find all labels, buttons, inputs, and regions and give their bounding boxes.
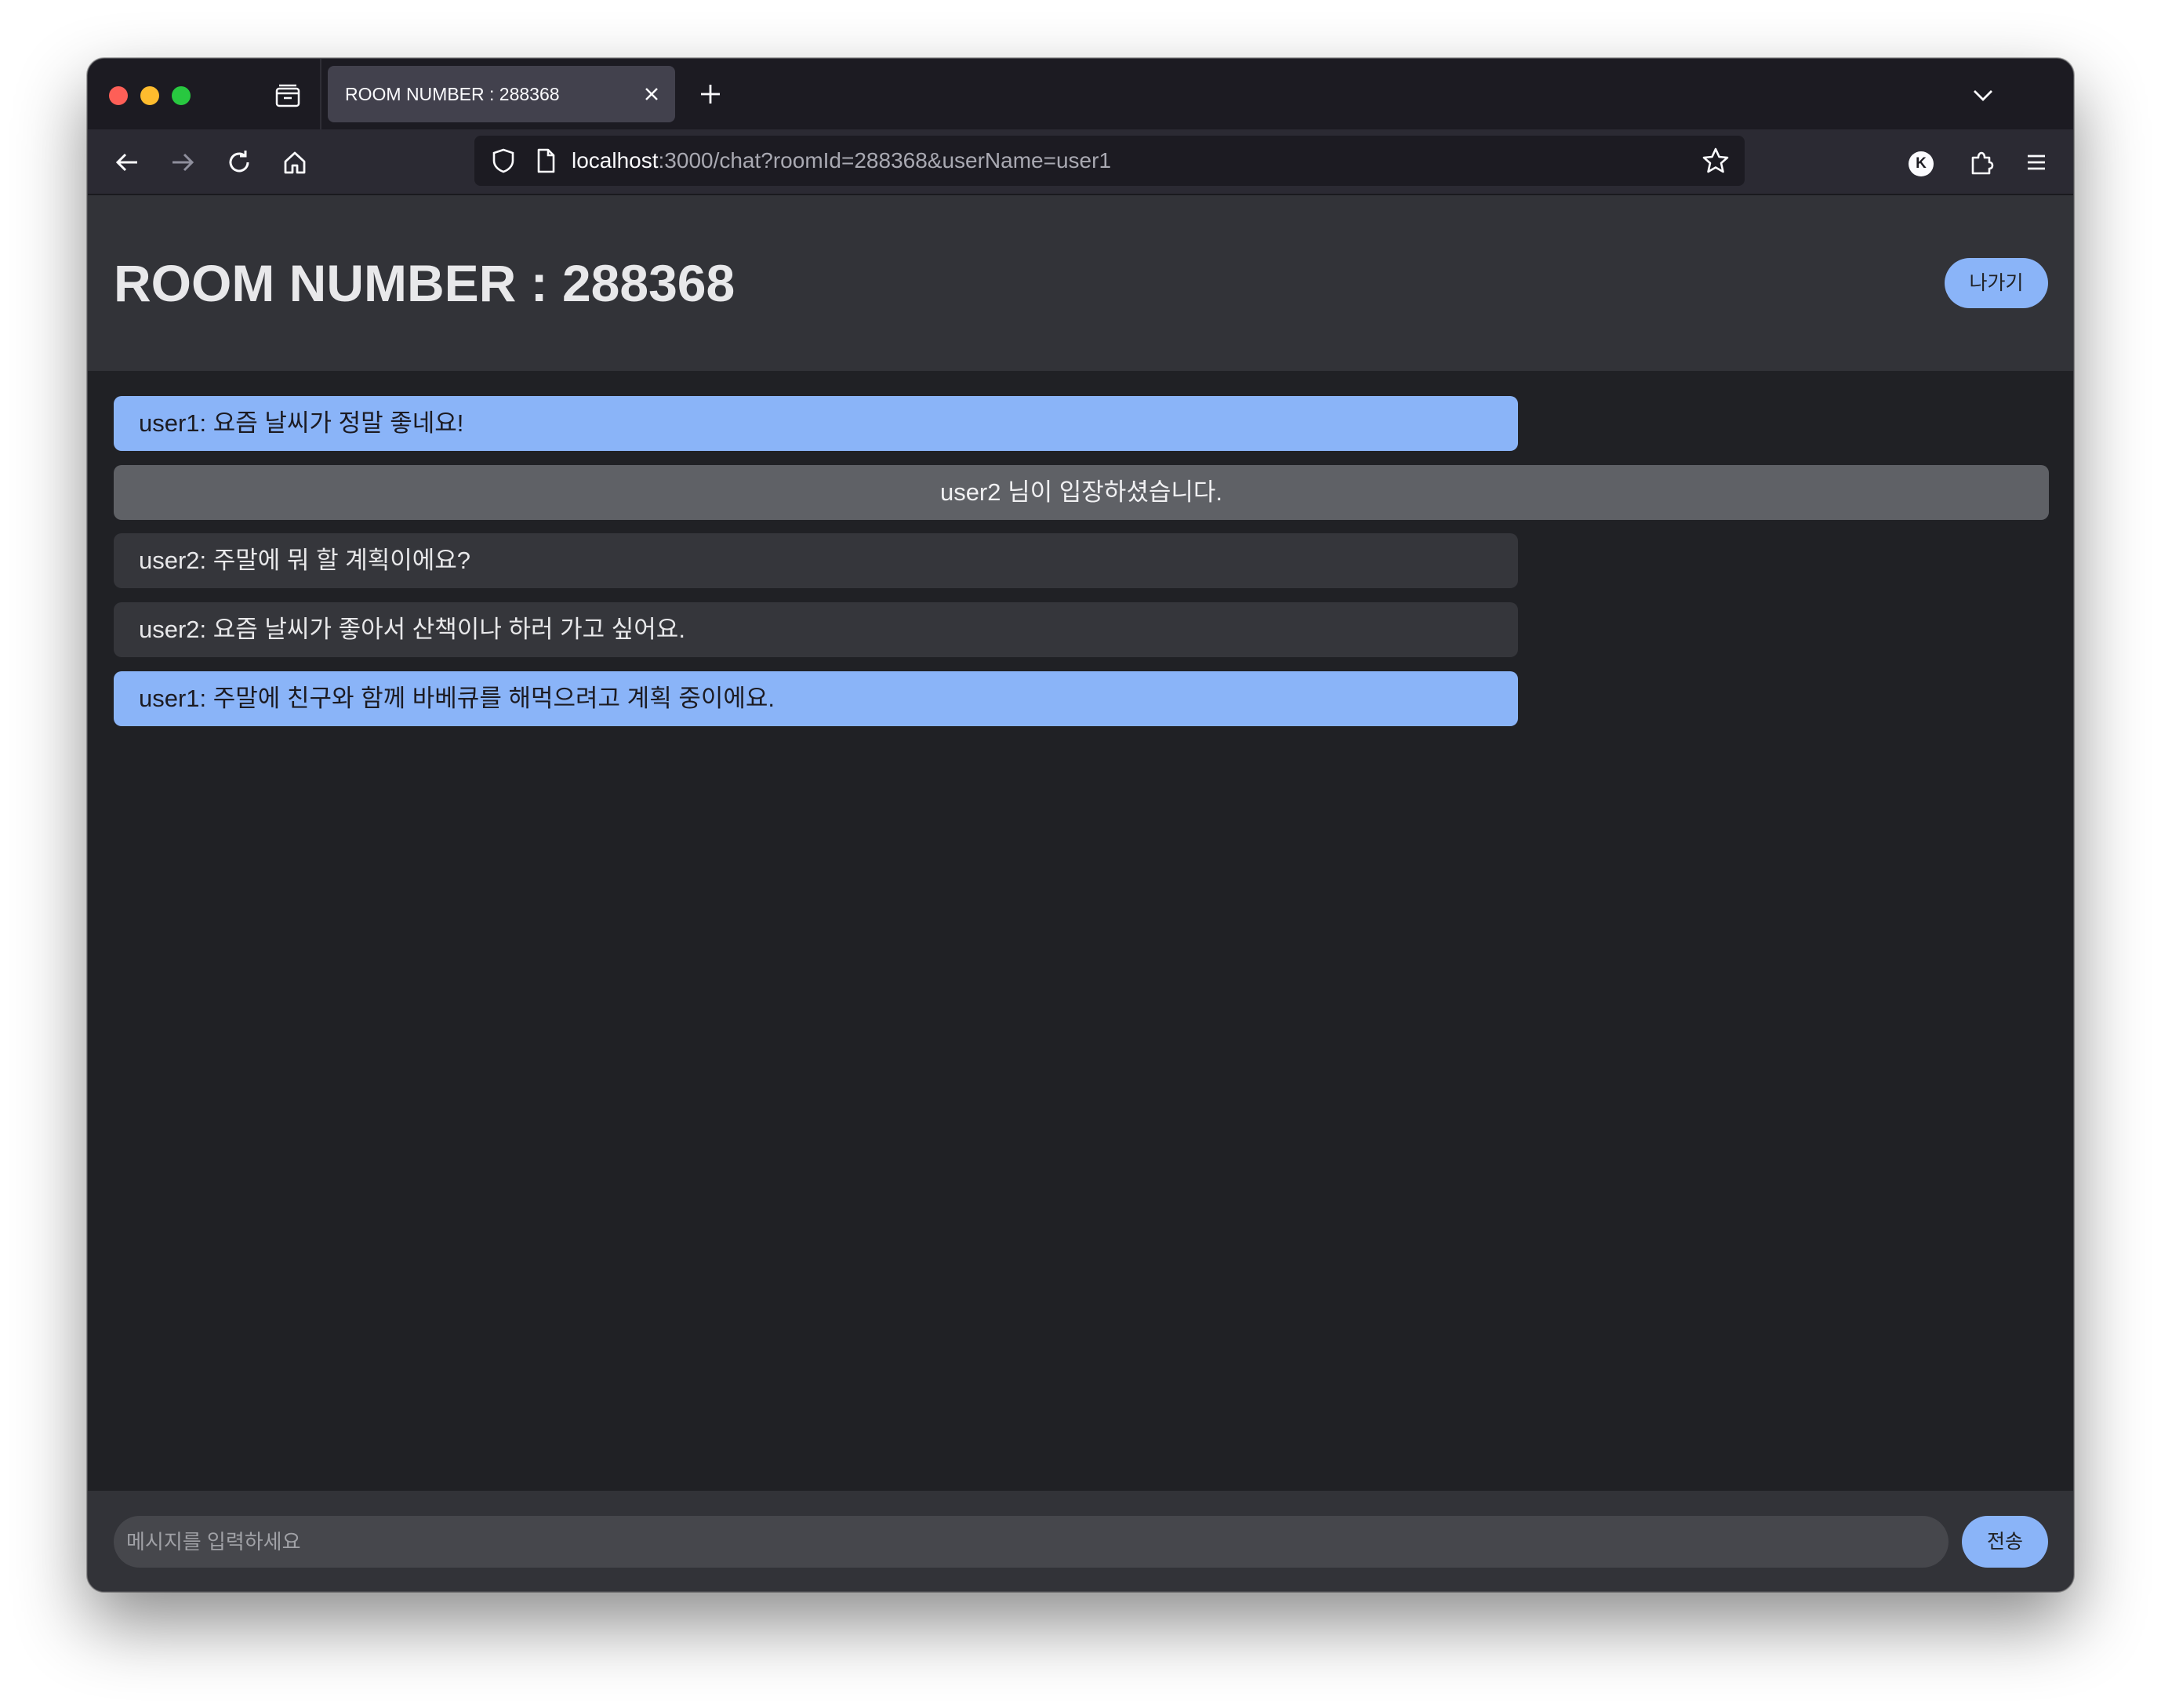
close-icon[interactable] bbox=[641, 83, 663, 105]
close-window-button[interactable] bbox=[109, 86, 128, 105]
extensions-icon[interactable] bbox=[1966, 147, 1997, 178]
tab-active[interactable]: ROOM NUMBER : 288368 bbox=[328, 66, 675, 122]
shield-icon[interactable] bbox=[488, 146, 518, 176]
chat-page: ROOM NUMBER : 288368 나가기 user1: 요즘 날씨가 정… bbox=[88, 195, 2073, 1591]
page-title: ROOM NUMBER : 288368 bbox=[114, 254, 735, 312]
url-text[interactable]: localhost:3000/chat?roomId=288368&userNa… bbox=[572, 136, 1111, 186]
message-item: user2: 요즘 날씨가 좋아서 산책이나 하러 가고 싶어요. bbox=[114, 602, 1518, 657]
tab-title: ROOM NUMBER : 288368 bbox=[345, 84, 560, 104]
navigation-bar: localhost:3000/chat?roomId=288368&userNa… bbox=[88, 129, 2073, 195]
new-tab-plus-icon[interactable] bbox=[696, 80, 725, 108]
tab-divider bbox=[320, 59, 321, 129]
browser-window: ROOM NUMBER : 288368 localhost:3000/chat… bbox=[87, 58, 2074, 1592]
hamburger-menu-icon[interactable] bbox=[2021, 147, 2052, 178]
star-bookmark-icon[interactable] bbox=[1701, 146, 1731, 176]
reload-icon[interactable] bbox=[223, 147, 255, 178]
url-host: localhost bbox=[572, 148, 659, 173]
forward-arrow-icon[interactable] bbox=[167, 147, 198, 178]
message-composer: 전송 bbox=[88, 1491, 2073, 1591]
send-button[interactable]: 전송 bbox=[1962, 1516, 2048, 1568]
message-item: user1: 요즘 날씨가 정말 좋네요! bbox=[114, 396, 1518, 451]
maximize-window-button[interactable] bbox=[172, 86, 191, 105]
message-item: user2: 주말에 뭐 할 계획이에요? bbox=[114, 533, 1518, 588]
message-item: user1: 주말에 친구와 함께 바베큐를 해먹으려고 계획 중이에요. bbox=[114, 671, 1518, 726]
tab-list-icon[interactable] bbox=[272, 80, 303, 111]
chat-header: ROOM NUMBER : 288368 나가기 bbox=[88, 195, 2073, 371]
message-input[interactable] bbox=[114, 1516, 1949, 1568]
page-icon[interactable] bbox=[531, 146, 561, 176]
home-icon[interactable] bbox=[279, 147, 311, 178]
chevron-down-icon[interactable] bbox=[1970, 82, 1996, 108]
url-bar[interactable]: localhost:3000/chat?roomId=288368&userNa… bbox=[474, 136, 1745, 186]
url-path: :3000/chat?roomId=288368&userName=user1 bbox=[658, 148, 1112, 173]
account-avatar[interactable]: K bbox=[1909, 151, 1934, 176]
minimize-window-button[interactable] bbox=[140, 86, 159, 105]
system-message: user2 님이 입장하셨습니다. bbox=[114, 465, 2049, 520]
tab-strip: ROOM NUMBER : 288368 bbox=[88, 59, 2073, 129]
leave-button[interactable]: 나가기 bbox=[1945, 258, 2048, 308]
back-arrow-icon[interactable] bbox=[111, 147, 143, 178]
